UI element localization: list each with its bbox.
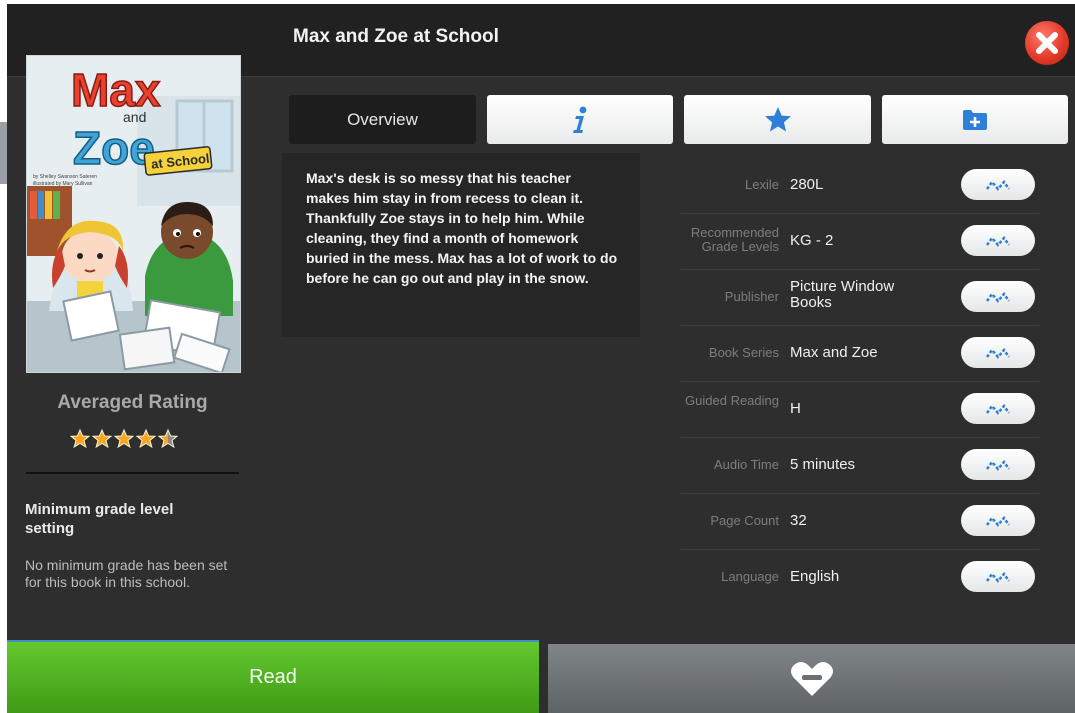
related-books-button[interactable] (961, 169, 1035, 200)
related-books-icon (985, 347, 1011, 359)
detail-value: Max and Zoe (790, 344, 878, 361)
detail-value: English (790, 568, 840, 585)
book-cover: Max and Zoe at School by Shelley Swanson… (26, 55, 241, 373)
detail-row-grade-levels: Recommended Grade Levels KG - 2 (681, 213, 1039, 270)
overview-text: Max's desk is so messy that his teacher … (306, 170, 618, 286)
detail-label: Publisher (724, 289, 779, 304)
detail-value: Picture Window Books (790, 278, 895, 311)
tab-info[interactable] (487, 95, 673, 144)
read-button-label: Read (249, 666, 297, 688)
detail-row-publisher: Publisher Picture Window Books (681, 269, 1039, 326)
detail-label: Audio Time (713, 457, 779, 472)
related-books-button[interactable] (961, 225, 1035, 256)
detail-label: Lexile (745, 177, 779, 192)
related-books-icon (985, 291, 1011, 303)
close-button[interactable] (1025, 21, 1069, 65)
detail-label: Language (721, 569, 779, 584)
tab-overview[interactable]: Overview (289, 95, 476, 144)
min-grade-text: No minimum grade has been set for this b… (25, 557, 228, 590)
star-icon (114, 429, 134, 448)
detail-value: 5 minutes (790, 456, 856, 473)
detail-row-language: Language English (681, 549, 1039, 605)
heart-remove-icon (790, 661, 833, 696)
cover-title-max: Max (71, 64, 161, 116)
related-books-icon (985, 403, 1011, 415)
related-books-button[interactable] (961, 393, 1035, 424)
tab-favorite[interactable] (684, 95, 871, 144)
min-grade-title: Minimum grade level setting (25, 501, 174, 537)
detail-row-guided-reading: Guided Reading H (681, 381, 1039, 438)
tab-overview-label: Overview (347, 109, 418, 129)
detail-row-audio-time: Audio Time 5 minutes (681, 437, 1039, 494)
related-books-icon (985, 515, 1011, 527)
related-books-button[interactable] (961, 505, 1035, 536)
star-icon (92, 429, 112, 448)
cover-author: by Shelley Swanson Sateren (33, 174, 97, 180)
detail-value: 32 (790, 512, 807, 529)
book-details-modal: Max and Zoe at School Max and Zoe at Sch… (7, 4, 1075, 713)
detail-label: Book Series (708, 345, 779, 360)
related-books-button[interactable] (961, 281, 1035, 312)
detail-row-book-series: Book Series Max and Zoe (681, 325, 1039, 382)
rating-stars (70, 428, 200, 450)
detail-value: H (790, 400, 801, 417)
folder-add-icon (963, 109, 987, 130)
info-icon (573, 106, 587, 133)
related-books-icon (985, 571, 1011, 583)
detail-row-page-count: Page Count 32 (681, 493, 1039, 550)
modal-title: Max and Zoe at School (293, 26, 499, 47)
detail-row-lexile: Lexile 280L (681, 157, 1039, 214)
half-star-icon (158, 429, 178, 448)
related-books-icon (985, 459, 1011, 471)
remove-favorite-button[interactable] (548, 644, 1075, 713)
divider (26, 472, 239, 474)
close-icon (1036, 32, 1058, 54)
detail-label: Page Count (710, 513, 779, 528)
averaged-rating-label: Averaged Rating (57, 392, 208, 413)
star-icon (764, 107, 791, 132)
detail-value: 280L (790, 176, 824, 193)
detail-label: Recommended Grade Levels (690, 225, 779, 254)
detail-label: Guided Reading (685, 393, 779, 408)
detail-value: KG - 2 (790, 232, 834, 249)
star-icon (70, 429, 90, 448)
cover-title-zoe: Zoe (73, 122, 155, 174)
related-books-button[interactable] (961, 449, 1035, 480)
related-books-icon (985, 179, 1011, 191)
star-icon (136, 429, 156, 448)
related-books-button[interactable] (961, 337, 1035, 368)
tab-add-to-folder[interactable] (882, 95, 1068, 144)
related-books-icon (985, 235, 1011, 247)
cover-illustrator: illustrated by Mary Sullivan (33, 181, 93, 187)
related-books-button[interactable] (961, 561, 1035, 592)
overview-panel: Max's desk is so messy that his teacher … (282, 153, 640, 337)
read-button[interactable]: Read (7, 640, 539, 713)
